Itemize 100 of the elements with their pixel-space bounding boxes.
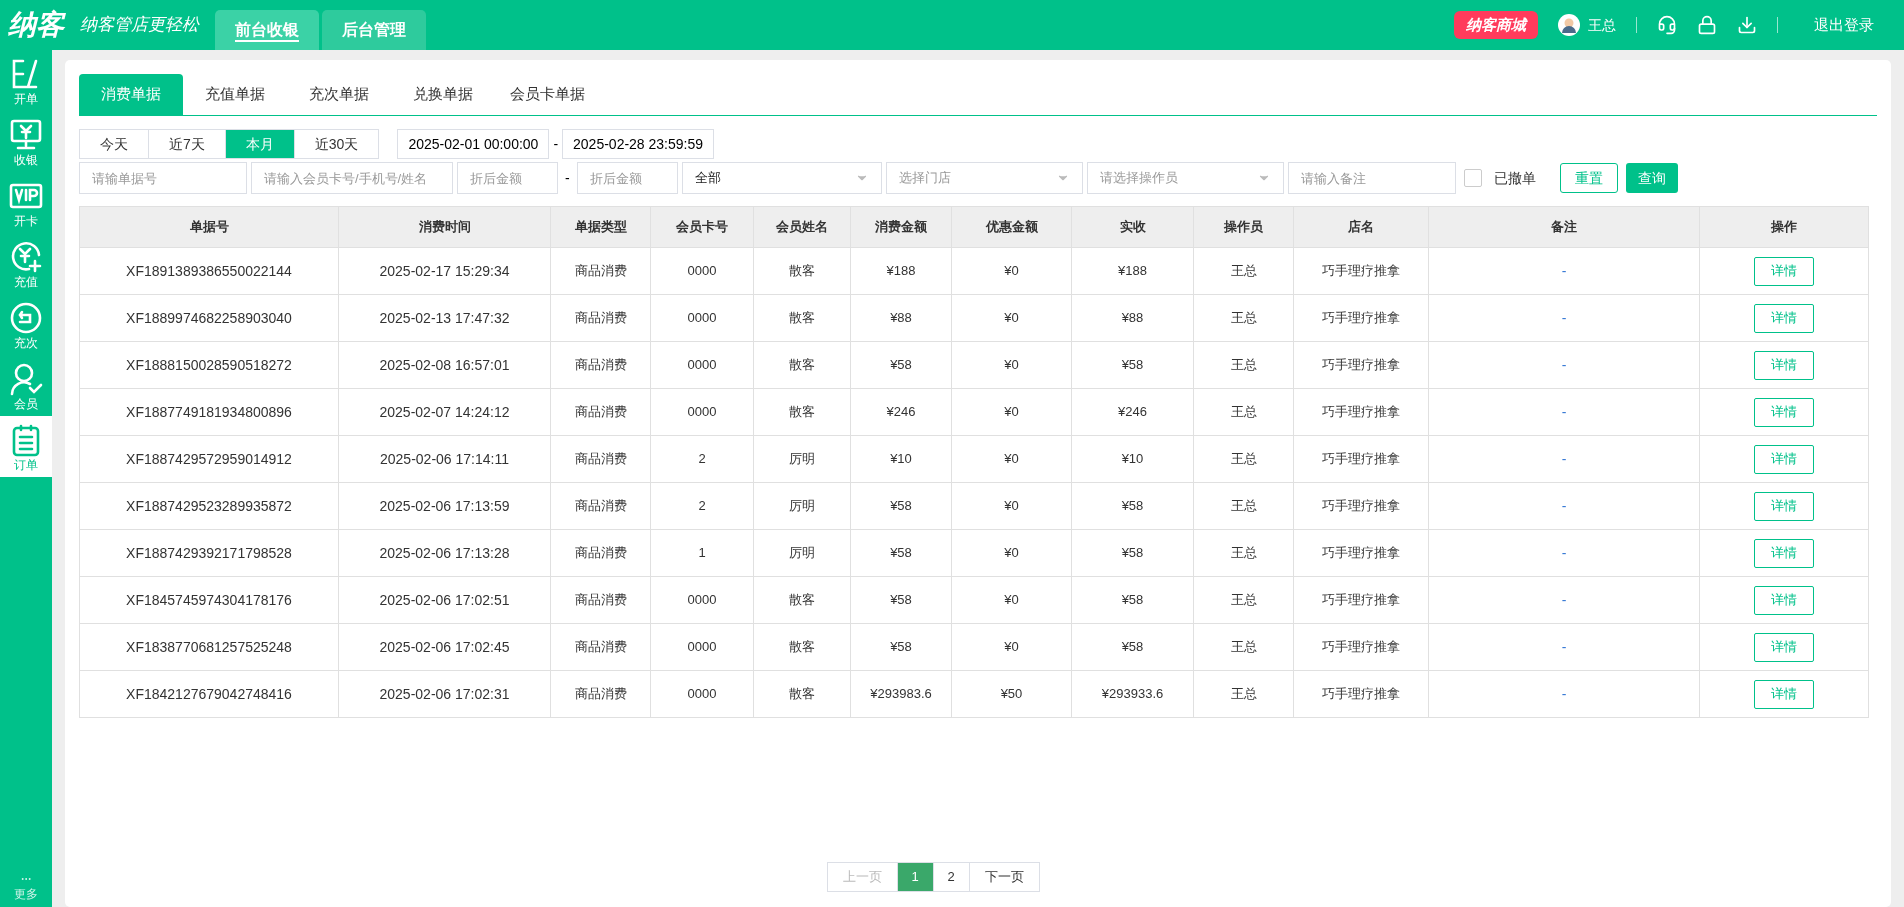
table-cell: - bbox=[1428, 435, 1700, 483]
tab[interactable]: 会员卡单据 bbox=[495, 74, 599, 115]
column-header: 实收 bbox=[1071, 206, 1194, 248]
details-button[interactable]: 详情 bbox=[1754, 538, 1814, 568]
range-button[interactable]: 近30天 bbox=[293, 130, 379, 158]
member-field[interactable]: 请输入会员卡号/手机号/姓名 bbox=[251, 162, 453, 194]
range-button[interactable]: 本月 bbox=[224, 130, 294, 158]
table-cell: ¥50 bbox=[951, 670, 1072, 718]
table-cell: XF1845745974304178176 bbox=[79, 576, 339, 624]
bill-number-field[interactable]: 请输单据号 bbox=[79, 162, 247, 194]
range-button[interactable]: 今天 bbox=[80, 130, 148, 158]
table-cell: 商品消费 bbox=[550, 294, 651, 342]
date-separator: - bbox=[553, 134, 559, 154]
table-cell: - bbox=[1428, 482, 1700, 530]
min-amount-field[interactable]: 折后金额 bbox=[457, 162, 558, 194]
table-cell: 王总 bbox=[1193, 247, 1294, 295]
tab[interactable]: 充值单据 bbox=[183, 74, 287, 115]
sidebar-item[interactable]: 充值 bbox=[0, 233, 52, 294]
nav-tab[interactable]: 后台管理 bbox=[322, 10, 426, 50]
details-button[interactable]: 详情 bbox=[1754, 256, 1814, 286]
table-cell: 巧手理疗推拿 bbox=[1293, 670, 1429, 718]
table-cell: ¥58 bbox=[1071, 529, 1194, 577]
table-cell: 2025-02-13 17:47:32 bbox=[338, 294, 551, 342]
sidebar-item[interactable]: 订单 bbox=[0, 416, 52, 477]
table-cell: ¥58 bbox=[850, 341, 952, 389]
table-cell: 巧手理疗推拿 bbox=[1293, 482, 1429, 530]
table-cell: 0000 bbox=[650, 247, 754, 295]
table-cell: ¥58 bbox=[1071, 482, 1194, 530]
tab[interactable]: 兑换单据 bbox=[391, 74, 495, 115]
sidebar-item[interactable]: 开单 bbox=[0, 50, 52, 111]
sidebar-item[interactable]: 收银 bbox=[0, 111, 52, 172]
tab[interactable]: 充次单据 bbox=[287, 74, 391, 115]
checkbox-label: 已撤单 bbox=[1493, 168, 1536, 188]
lock-icon[interactable] bbox=[1697, 15, 1717, 35]
sidebar-item[interactable]: 会员 bbox=[0, 355, 52, 416]
details-button[interactable]: 详情 bbox=[1754, 303, 1814, 333]
checkbox[interactable] bbox=[1463, 169, 1482, 187]
query-button[interactable]: 查询 bbox=[1625, 163, 1678, 193]
table-cell: ¥58 bbox=[1071, 341, 1194, 389]
details-button[interactable]: 详情 bbox=[1754, 491, 1814, 521]
logo: 纳客 bbox=[8, 8, 64, 42]
column-header: 单据类型 bbox=[550, 206, 651, 248]
sidebar-item[interactable]: 开卡 bbox=[0, 172, 52, 233]
table-cell: ¥88 bbox=[850, 294, 952, 342]
table-cell: ¥58 bbox=[850, 623, 952, 671]
note-field[interactable]: 请输入备注 bbox=[1287, 162, 1456, 194]
table-cell: - bbox=[1428, 388, 1700, 436]
table-cell: 散客 bbox=[753, 388, 851, 436]
table-cell: 王总 bbox=[1193, 670, 1294, 718]
page-button[interactable]: 1 bbox=[896, 863, 933, 891]
operator-select[interactable]: 请选择操作员 bbox=[1086, 162, 1284, 194]
column-header: 会员卡号 bbox=[650, 206, 754, 248]
support-icon[interactable] bbox=[1657, 15, 1677, 35]
details-button[interactable]: 详情 bbox=[1754, 632, 1814, 662]
details-button[interactable]: 详情 bbox=[1754, 350, 1814, 380]
next-page-button[interactable]: 下一页 bbox=[968, 863, 1039, 891]
logout-link[interactable]: 退出登录 bbox=[1814, 13, 1874, 37]
page-button[interactable]: 2 bbox=[932, 863, 969, 891]
table-cell: ¥0 bbox=[951, 341, 1072, 389]
details-button[interactable]: 详情 bbox=[1754, 585, 1814, 615]
mall-badge[interactable]: 纳客商城 bbox=[1454, 10, 1538, 40]
nav-tab[interactable]: 前台收银 bbox=[215, 10, 319, 50]
table-cell: 0000 bbox=[650, 294, 754, 342]
table-cell: ¥0 bbox=[951, 247, 1072, 295]
table-cell: 2025-02-06 17:02:45 bbox=[338, 623, 551, 671]
sidebar-item[interactable]: 充次 bbox=[0, 294, 52, 355]
table-cell: 2025-02-06 17:13:59 bbox=[338, 482, 551, 530]
reset-button[interactable]: 重置 bbox=[1559, 163, 1618, 193]
range-button[interactable]: 近7天 bbox=[148, 130, 225, 158]
table-cell: 王总 bbox=[1193, 294, 1294, 342]
type-select[interactable]: 全部 bbox=[681, 162, 882, 194]
column-header: 会员姓名 bbox=[753, 206, 851, 248]
details-button[interactable]: 详情 bbox=[1754, 679, 1814, 709]
details-button[interactable]: 详情 bbox=[1754, 444, 1814, 474]
more-item[interactable]: 更多 bbox=[0, 873, 52, 903]
tab[interactable]: 消费单据 bbox=[79, 74, 183, 115]
download-icon[interactable] bbox=[1737, 15, 1757, 35]
table-cell: 商品消费 bbox=[550, 435, 651, 483]
table-cell: XF1842127679042748416 bbox=[79, 670, 339, 718]
table-cell: 巧手理疗推拿 bbox=[1293, 294, 1429, 342]
store-select[interactable]: 选择门店 bbox=[885, 162, 1083, 194]
table-cell: ¥188 bbox=[1071, 247, 1194, 295]
table-cell: 商品消费 bbox=[550, 482, 651, 530]
user-name[interactable]: 王总 bbox=[1588, 14, 1616, 36]
table-cell: 1 bbox=[650, 529, 754, 577]
column-header: 备注 bbox=[1428, 206, 1700, 248]
refresh-circle-icon bbox=[9, 300, 43, 335]
table-cell: ¥246 bbox=[1071, 388, 1194, 436]
table-cell: 厉明 bbox=[753, 435, 851, 483]
max-amount-field[interactable]: 折后金额 bbox=[576, 162, 678, 194]
table-cell: 0000 bbox=[650, 388, 754, 436]
table-cell: XF1887429392171798528 bbox=[79, 529, 339, 577]
table-cell: 商品消费 bbox=[550, 341, 651, 389]
details-button[interactable]: 详情 bbox=[1754, 397, 1814, 427]
date-to-field[interactable]: 2025-02-28 23:59:59 bbox=[562, 129, 715, 159]
column-header: 操作员 bbox=[1193, 206, 1294, 248]
table-cell: - bbox=[1428, 529, 1700, 577]
date-from-field[interactable]: 2025-02-01 00:00:00 bbox=[397, 129, 550, 159]
table-cell: 商品消费 bbox=[550, 670, 651, 718]
table-cell: 商品消费 bbox=[550, 388, 651, 436]
